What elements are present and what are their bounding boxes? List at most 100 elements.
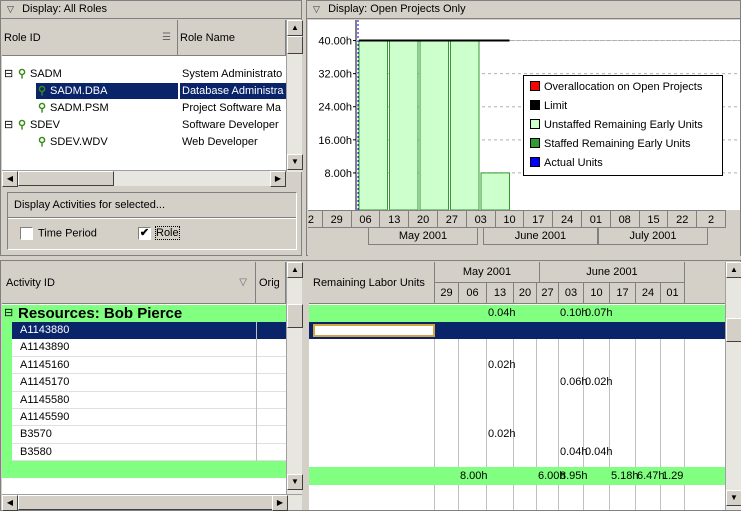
chevron-down-icon[interactable]: ▽: [7, 1, 19, 18]
orig-cell[interactable]: [256, 374, 286, 392]
col-header-role-id[interactable]: Role ID ☰: [2, 20, 178, 56]
role-row[interactable]: ⚲ SADM.DBA Database Administra: [2, 83, 286, 99]
filter-icon[interactable]: ☰: [162, 20, 171, 56]
activity-id-cell[interactable]: A1143880: [12, 322, 256, 340]
activity-id-cell[interactable]: B3580: [12, 444, 256, 461]
scroll-thumb[interactable]: [287, 36, 303, 54]
role-id-cell[interactable]: ⚲ SADM.PSM: [36, 100, 178, 116]
scroll-thumb[interactable]: [18, 171, 114, 186]
activity-row[interactable]: A1143880: [2, 322, 286, 340]
activity-row[interactable]: A1143890: [2, 339, 286, 357]
activity-id-cell[interactable]: A1145580: [12, 392, 256, 409]
role-row[interactable]: ⊟ ⚲ SADM System Administrato: [2, 66, 286, 82]
role-id-cell[interactable]: ⚲ SDEV.WDV: [36, 134, 178, 150]
activity-row[interactable]: B3580: [2, 443, 286, 462]
role-row[interactable]: ⚲ SDEV.WDV Web Developer: [2, 134, 286, 150]
role-row[interactable]: ⊟ ⚲ SDEV Software Developer: [2, 117, 286, 133]
total-usage-row[interactable]: 8.00h 6.00h 8.95h 5.18h 6.47h 1.29: [309, 467, 725, 486]
role-name-cell[interactable]: Database Administra: [180, 83, 286, 99]
scroll-down-button[interactable]: ▼: [287, 154, 303, 170]
role-check[interactable]: ✔: [138, 227, 151, 240]
role-name-cell[interactable]: Software Developer: [180, 117, 286, 133]
scroll-right-button[interactable]: ▶: [270, 171, 286, 187]
scroll-thumb[interactable]: [18, 495, 274, 510]
role-id-cell[interactable]: ⚲ SADM.DBA: [36, 83, 178, 99]
scroll-down-button[interactable]: ▼: [726, 490, 741, 506]
roles-panel-header[interactable]: ▽ Display: All Roles: [1, 1, 301, 19]
usage-vscrollbar[interactable]: ▲ ▼: [725, 262, 741, 510]
activity-hscrollbar[interactable]: ◀ ▶: [2, 494, 302, 511]
scroll-right-button[interactable]: ▶: [272, 495, 288, 511]
filter-icon[interactable]: ▽: [239, 262, 247, 304]
roles-panel: ▽ Display: All Roles Role ID ☰ Role Name…: [0, 0, 303, 256]
activity-id-cell[interactable]: A1145170: [12, 374, 256, 391]
time-period-checkbox[interactable]: Time Period: [20, 227, 97, 240]
role-name-cell[interactable]: System Administrato: [180, 66, 286, 82]
roles-vscrollbar[interactable]: ▲ ▼: [286, 20, 303, 172]
activity-row[interactable]: A1145580: [2, 391, 286, 409]
role-row[interactable]: ⚲ SADM.PSM Project Software Ma: [2, 100, 286, 116]
activity-usage-row[interactable]: 0.06h 0.02h: [309, 374, 725, 391]
activity-id-cell[interactable]: B3570: [12, 426, 256, 443]
role-checkbox[interactable]: ✔ Role: [138, 226, 180, 241]
col-header-activity-id[interactable]: Activity ID ▽: [2, 262, 256, 304]
activity-usage-row[interactable]: [309, 392, 725, 409]
role-id-cell[interactable]: ⊟ ⚲ SDEV: [4, 117, 178, 133]
roles-hscrollbar[interactable]: ◀ ▶: [2, 170, 286, 187]
role-id-label: SADM.PSM: [50, 102, 109, 114]
activity-row[interactable]: B3570: [2, 426, 286, 444]
time-period-check[interactable]: [20, 227, 33, 240]
orig-cell[interactable]: [256, 339, 286, 357]
group-usage-row[interactable]: 0.04h 0.10h 0.07h: [309, 305, 725, 322]
timescale-week: 01: [661, 283, 685, 304]
activity-usage-row[interactable]: 0.02h: [309, 357, 725, 374]
orig-cell[interactable]: [256, 322, 286, 340]
roles-panel-title: Display: All Roles: [22, 3, 108, 15]
remaining-cell-selected[interactable]: [313, 324, 435, 338]
activity-id-cell[interactable]: A1145160: [12, 357, 256, 374]
role-icon: ⚲: [38, 102, 47, 114]
activity-row[interactable]: A1145170: [2, 374, 286, 392]
activity-usage-row[interactable]: 0.02h: [309, 426, 725, 443]
group-row[interactable]: ⊟ Resources: Bob Pierce: [2, 305, 286, 322]
activity-usage-row[interactable]: [309, 339, 725, 356]
orig-cell[interactable]: [256, 409, 286, 427]
col-header-role-name[interactable]: Role Name: [178, 20, 286, 56]
role-id-cell[interactable]: ⊟ ⚲ SADM: [4, 66, 178, 82]
activity-vscrollbar[interactable]: ▲ ▼: [286, 262, 303, 494]
chevron-down-icon[interactable]: ▽: [313, 1, 325, 18]
orig-cell[interactable]: [256, 391, 286, 409]
role-name-cell[interactable]: Web Developer: [180, 134, 286, 150]
y-tick-label: 40.00h: [318, 36, 352, 48]
activity-row[interactable]: A1145160: [2, 356, 286, 375]
legend-swatch: [530, 81, 540, 91]
usage-value: 0.06h: [560, 376, 588, 389]
scroll-left-button[interactable]: ◀: [2, 495, 18, 511]
orig-cell[interactable]: [256, 426, 286, 444]
collapse-icon[interactable]: ⊟: [4, 305, 13, 322]
col-header-orig[interactable]: Orig: [256, 262, 286, 304]
scroll-thumb[interactable]: [287, 304, 303, 328]
col-header-remaining-labor-units[interactable]: Remaining Labor Units: [309, 262, 435, 304]
activity-id-cell[interactable]: A1143890: [12, 339, 256, 356]
activity-id-cell[interactable]: A1145590: [12, 409, 256, 426]
orig-cell[interactable]: [256, 356, 286, 375]
scroll-up-button[interactable]: ▲: [287, 20, 303, 36]
row-indicator: [2, 356, 12, 375]
role-name-cell[interactable]: Project Software Ma: [180, 100, 286, 116]
collapse-icon[interactable]: ⊟: [4, 66, 14, 82]
timescale-month: May 2001: [368, 228, 478, 245]
activity-row[interactable]: A1145590: [2, 409, 286, 427]
collapse-icon[interactable]: ⊟: [4, 117, 14, 133]
scroll-up-button[interactable]: ▲: [726, 262, 741, 278]
orig-cell[interactable]: [256, 443, 286, 462]
activity-usage-row[interactable]: 0.04h 0.04h: [309, 444, 725, 461]
activity-usage-row[interactable]: [309, 409, 725, 426]
scroll-left-button[interactable]: ◀: [2, 171, 18, 187]
scroll-thumb[interactable]: [726, 318, 741, 342]
scroll-down-button[interactable]: ▼: [287, 474, 303, 490]
scroll-up-button[interactable]: ▲: [287, 262, 303, 278]
activity-usage-row[interactable]: [309, 322, 725, 340]
y-tick-label: 32.00h: [318, 69, 352, 81]
chart-panel-header[interactable]: ▽ Display: Open Projects Only: [307, 1, 740, 19]
